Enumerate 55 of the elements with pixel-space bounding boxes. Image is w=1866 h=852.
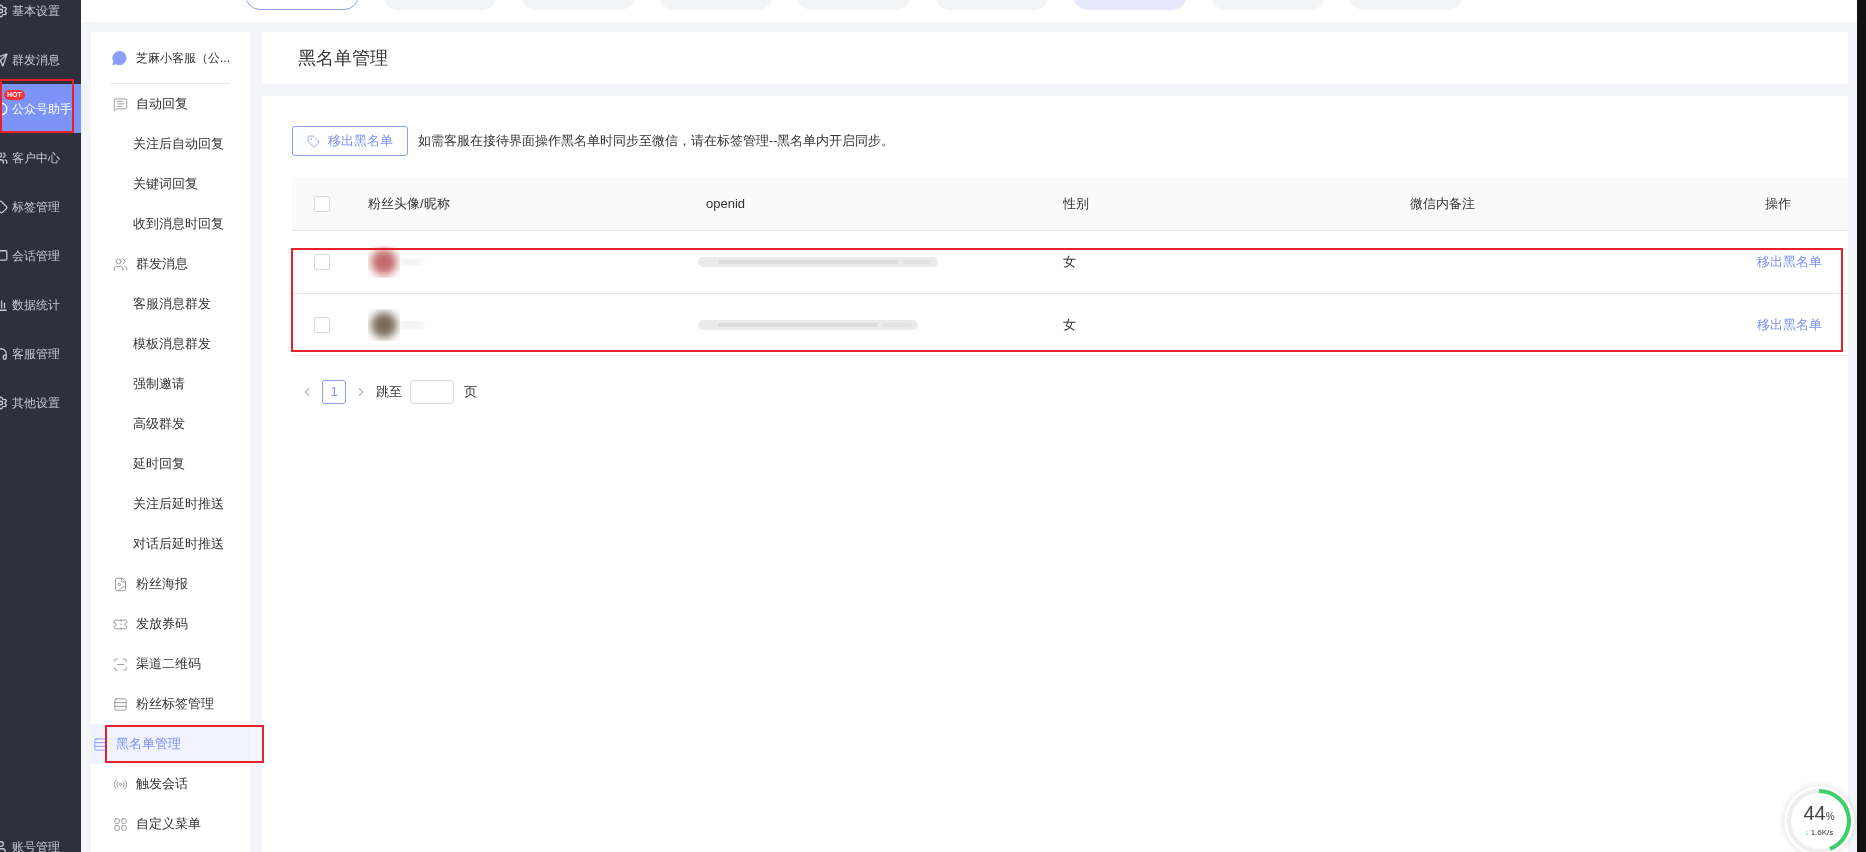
message-icon [113,96,128,112]
nav-item[interactable]: 标签管理 [0,182,81,231]
menu-item[interactable]: 客服消息群发 [111,284,230,324]
poster-icon [113,576,128,592]
speed-reading: 1.6K/s [1810,827,1834,839]
menu-item[interactable]: 关注后自动回复 [111,124,230,164]
nav-item[interactable]: 会话管理 [0,231,81,280]
menu-item[interactable]: 延时回复 [111,444,230,484]
ticket-icon [113,616,128,632]
users-icon [113,256,128,272]
column-header: 性别 [1063,194,1089,213]
menu-item[interactable]: 触发会话 [111,764,230,804]
sync-note: 如需客服在接待界面操作黑名单时同步至微信，请在标签管理--黑名单内开启同步。 [418,132,895,150]
nav-item[interactable]: 客服管理 [0,329,81,378]
menu-item[interactable]: 对话后延时推送 [111,524,230,564]
column-header: 微信内备注 [1410,194,1475,213]
list-icon [93,736,108,752]
jump-label: 跳至 [376,383,402,402]
tag-icon [307,134,320,148]
menu-item[interactable]: 渠道二维码 [111,644,230,684]
menu-item[interactable]: 关注后延时推送 [111,484,230,524]
page-input[interactable] [410,380,454,404]
menu-item[interactable]: 发放券码 [111,604,230,644]
menu-item[interactable]: 粉丝海报 [111,564,230,604]
scan-frame-icon [113,656,128,672]
checkbox[interactable] [314,254,330,270]
table-cell-text: 女 [1063,253,1076,272]
menu-item[interactable]: 收到消息时回复 [111,204,230,244]
checkbox[interactable] [314,195,330,212]
checkbox[interactable] [314,316,330,333]
grid-icon [113,816,128,832]
page-title: 黑名单管理 [298,46,388,70]
down-arrow-icon: ↓ [1804,827,1809,839]
nav-item[interactable]: 其他设置 [0,378,81,427]
menu-item[interactable]: 群发消息 [111,244,230,284]
menu-item[interactable]: 自定义菜单 [111,804,230,844]
menu-item[interactable]: 关键词回复 [111,164,230,204]
nav-item[interactable]: 群发消息 [0,35,81,84]
page-suffix: 页 [464,383,477,402]
menu-item[interactable]: 强制邀请 [111,364,230,404]
nav-item[interactable]: 客户中心 [0,133,81,182]
nav-item[interactable]: 数据统计 [0,280,81,329]
menu-item[interactable]: 自动回复 [111,84,230,124]
column-header: 操作 [1765,194,1791,213]
menu-item[interactable]: 高级群发 [111,404,230,444]
nav-item[interactable]: 基本设置 [0,0,81,35]
menu-item[interactable]: 模板消息群发 [111,324,230,364]
account-name: 芝麻小客服（公... [136,49,230,67]
percent-reading: 44% [1803,803,1835,826]
nav-item[interactable]: 账号管理 [0,832,81,852]
column-header: openid [706,194,746,213]
menu-item[interactable]: 粉丝标签管理 [111,684,230,724]
list-icon [113,696,128,712]
table-cell-text: 女 [1063,315,1076,334]
column-header: 粉丝头像/昵称 [367,194,450,213]
